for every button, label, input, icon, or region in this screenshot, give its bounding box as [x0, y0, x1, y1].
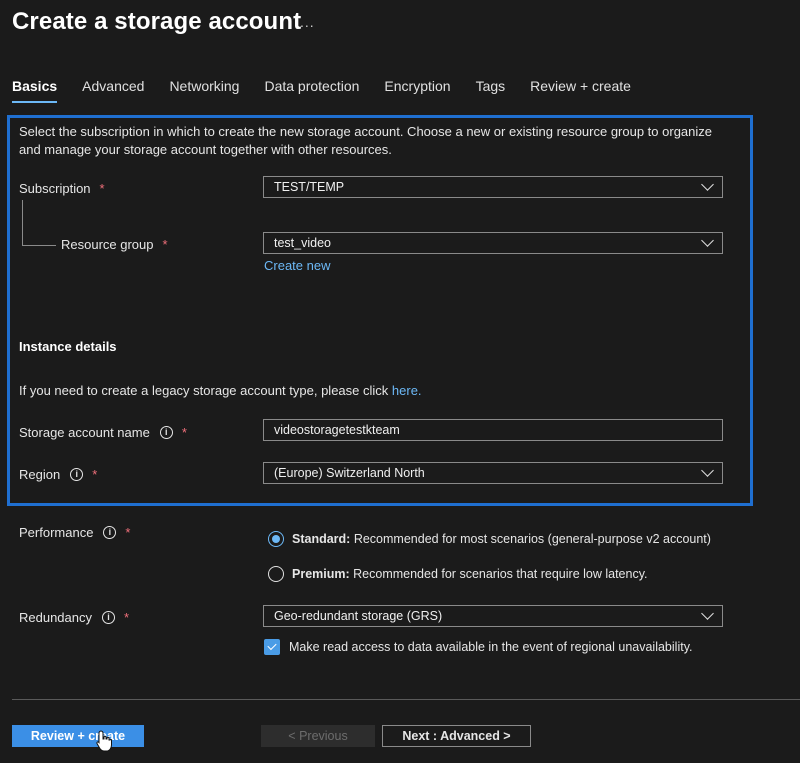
- info-icon[interactable]: i: [70, 468, 84, 481]
- create-new-link[interactable]: Create new: [264, 258, 330, 273]
- page-title: Create a storage account: [12, 8, 302, 35]
- resource-group-label-text: Resource group: [61, 237, 154, 252]
- read-access-label: Make read access to data available in th…: [289, 640, 693, 654]
- required-marker: *: [162, 237, 168, 252]
- redundancy-label-text: Redundancy: [19, 610, 92, 625]
- premium-desc: Recommended for scenarios that require l…: [353, 567, 648, 581]
- tab-bar: Basics Advanced Networking Data protecti…: [12, 76, 656, 103]
- required-marker: *: [181, 425, 187, 440]
- legacy-text: If you need to create a legacy storage a…: [19, 383, 389, 398]
- storage-account-name-label-text: Storage account name: [19, 425, 150, 440]
- resource-group-label: Resource group *: [61, 237, 168, 252]
- previous-button[interactable]: < Previous: [261, 725, 375, 747]
- required-marker: *: [124, 610, 130, 625]
- performance-label-text: Performance: [19, 525, 94, 540]
- standard-desc: Recommended for most scenarios (general-…: [353, 532, 711, 546]
- premium-title: Premium:: [292, 567, 350, 581]
- region-label-text: Region: [19, 467, 61, 482]
- instance-details-heading: Instance details: [19, 339, 117, 354]
- required-marker: *: [92, 467, 98, 482]
- info-icon[interactable]: i: [102, 611, 115, 624]
- radio-standard[interactable]: [268, 531, 284, 547]
- required-marker: *: [125, 525, 131, 540]
- ellipsis-icon[interactable]: ...: [300, 14, 315, 30]
- project-description: Select the subscription in which to crea…: [19, 124, 713, 157]
- tab-networking[interactable]: Networking: [169, 76, 239, 103]
- chevron-down-icon: [701, 234, 714, 247]
- legacy-text-line: If you need to create a legacy storage a…: [19, 383, 422, 398]
- chevron-down-icon: [701, 178, 714, 191]
- info-icon[interactable]: i: [103, 526, 117, 539]
- resource-group-value: test_video: [274, 236, 331, 250]
- tab-review-create[interactable]: Review + create: [530, 76, 631, 103]
- tree-connector: [22, 200, 56, 246]
- standard-title: Standard:: [292, 532, 351, 546]
- legacy-here-link[interactable]: here.: [392, 383, 422, 398]
- subscription-label: Subscription *: [19, 181, 105, 196]
- tab-data-protection[interactable]: Data protection: [264, 76, 359, 103]
- highlight-box: [7, 115, 753, 506]
- tab-tags[interactable]: Tags: [476, 76, 506, 103]
- radio-selected-dot: [272, 535, 280, 543]
- info-icon[interactable]: i: [159, 426, 173, 439]
- hand-cursor-icon: [96, 730, 112, 752]
- read-access-option[interactable]: Make read access to data available in th…: [264, 639, 693, 655]
- radio-premium[interactable]: [268, 566, 284, 582]
- footer-divider: [12, 699, 800, 700]
- storage-account-name-input[interactable]: [263, 419, 723, 441]
- resource-group-select[interactable]: test_video: [263, 232, 723, 254]
- next-advanced-button[interactable]: Next : Advanced >: [382, 725, 531, 747]
- region-select[interactable]: (Europe) Switzerland North: [263, 462, 723, 484]
- chevron-down-icon: [701, 464, 714, 477]
- tab-advanced[interactable]: Advanced: [82, 76, 144, 103]
- redundancy-value: Geo-redundant storage (GRS): [274, 609, 443, 623]
- tab-basics[interactable]: Basics: [12, 76, 58, 103]
- region-label: Region i *: [19, 467, 97, 482]
- performance-standard-option[interactable]: Standard: Recommended for most scenarios…: [268, 531, 711, 547]
- required-marker: *: [99, 181, 105, 196]
- redundancy-label: Redundancy i *: [19, 610, 129, 625]
- read-access-checkbox[interactable]: [264, 639, 280, 655]
- chevron-down-icon: [701, 607, 714, 620]
- review-create-button[interactable]: Review + create: [12, 725, 144, 747]
- storage-account-name-wrapper: [263, 419, 723, 441]
- performance-label: Performance i *: [19, 525, 130, 540]
- subscription-select[interactable]: TEST/TEMP: [263, 176, 723, 198]
- performance-premium-option[interactable]: Premium: Recommended for scenarios that …: [268, 566, 648, 582]
- subscription-label-text: Subscription: [19, 181, 91, 196]
- redundancy-select[interactable]: Geo-redundant storage (GRS): [263, 605, 723, 627]
- subscription-value: TEST/TEMP: [274, 180, 345, 194]
- region-value: (Europe) Switzerland North: [274, 466, 425, 480]
- storage-account-name-label: Storage account name i *: [19, 425, 187, 440]
- checkmark-icon: [267, 640, 277, 651]
- tab-encryption[interactable]: Encryption: [384, 76, 450, 103]
